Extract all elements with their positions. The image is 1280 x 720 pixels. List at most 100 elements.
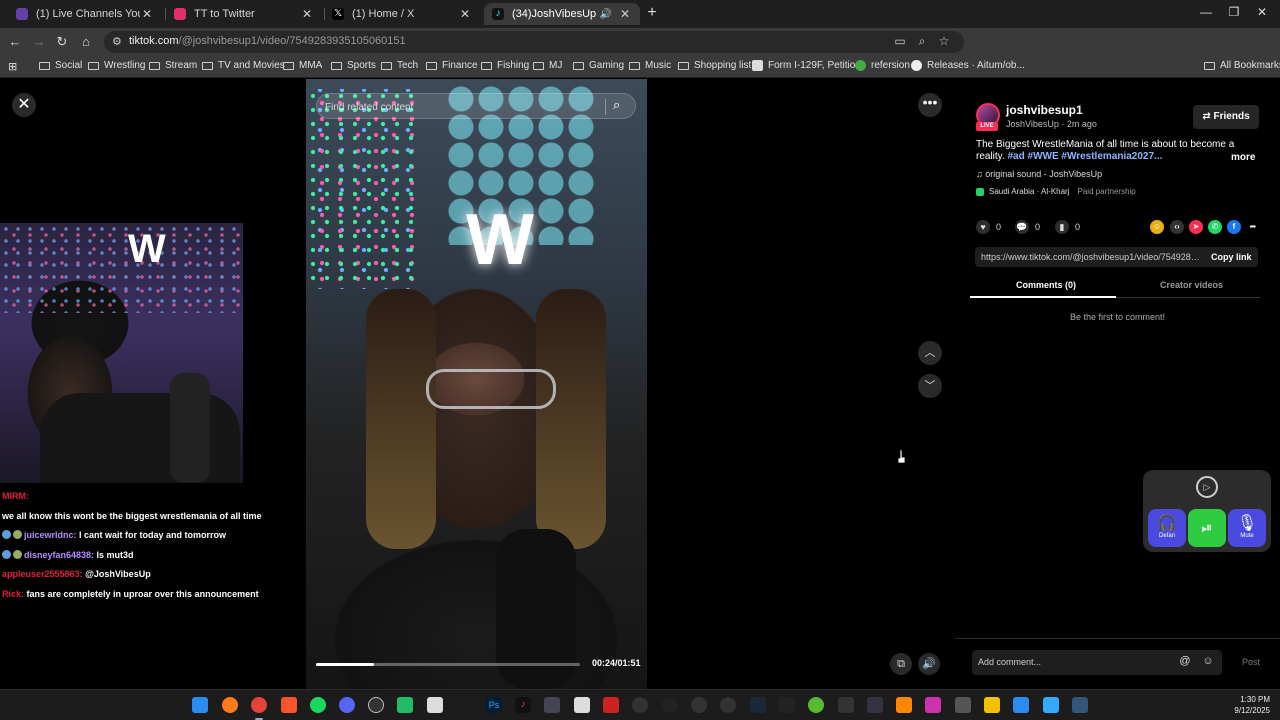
embed-icon[interactable]: ‹›: [1170, 220, 1184, 234]
cast-icon[interactable]: ▭: [892, 34, 908, 48]
location-label[interactable]: Saudi Arabia · Al-Kharj: [989, 187, 1070, 196]
related-content-search[interactable]: ⌕: [316, 93, 636, 119]
bookmark-folder-tech[interactable]: Tech: [381, 60, 418, 71]
creator-username[interactable]: joshvibesup1: [1006, 103, 1083, 117]
search-input[interactable]: [325, 98, 595, 116]
close-tab-icon[interactable]: ✕: [300, 7, 314, 21]
play-pause-button[interactable]: ⏯: [1188, 509, 1226, 547]
minimize-icon[interactable]: —: [1196, 5, 1216, 19]
video-link-text[interactable]: https://www.tiktok.com/@joshvibesup1/vid…: [981, 252, 1203, 262]
app-icon[interactable]: [1072, 697, 1088, 713]
reload-icon[interactable]: ↻: [53, 33, 71, 51]
comment-input[interactable]: [978, 654, 1168, 670]
bookmark-folder-mma[interactable]: MMA: [283, 60, 322, 71]
video-player[interactable]: W ⌕ 00:24/01:51: [306, 79, 647, 689]
like-action[interactable]: ♥ 0: [976, 220, 1001, 234]
firefox-icon[interactable]: [222, 697, 238, 713]
app-icon[interactable]: [955, 697, 971, 713]
new-tab-button[interactable]: +: [644, 4, 660, 22]
bookmark-releases-aitum[interactable]: Releases · Aitum/ob...: [911, 60, 1025, 71]
app-icon[interactable]: [838, 697, 854, 713]
app-icon[interactable]: [720, 697, 736, 713]
mute-button[interactable]: 🎙 Mute: [1228, 509, 1266, 547]
tab-tt-to-twitter[interactable]: TT to Twitter ✕: [166, 3, 322, 25]
share-arrow-icon[interactable]: ➦: [1246, 220, 1260, 234]
bookmark-folder-finance[interactable]: Finance: [426, 60, 478, 71]
whatsapp-icon[interactable]: ✆: [1208, 220, 1222, 234]
system-clock[interactable]: 1:30 PM 9/12/2025: [1226, 694, 1270, 716]
post-comment-button[interactable]: Post: [1242, 657, 1260, 667]
emoji-icon[interactable]: ☺: [1201, 655, 1215, 667]
app-icon[interactable]: [574, 697, 590, 713]
close-tab-icon[interactable]: ✕: [140, 7, 154, 21]
mention-icon[interactable]: @: [1178, 655, 1192, 667]
tab-creator-videos[interactable]: Creator videos: [1160, 280, 1223, 290]
app-icon[interactable]: [808, 697, 824, 713]
bookmark-folder-gaming[interactable]: Gaming: [573, 60, 624, 71]
app-icon[interactable]: [427, 697, 443, 713]
app-icon[interactable]: [867, 697, 883, 713]
home-icon[interactable]: ⌂: [77, 33, 95, 51]
tab-x-home[interactable]: 𝕏 (1) Home / X ✕: [324, 3, 480, 25]
save-action[interactable]: ▮ 0: [1055, 220, 1080, 234]
restore-icon[interactable]: ❐: [1224, 5, 1244, 19]
tiktok-icon[interactable]: ♪: [515, 697, 531, 713]
tab-twitch-following[interactable]: (1) Live Channels You Follow - T ✕: [8, 3, 162, 25]
play-circle-icon[interactable]: ▷: [1196, 476, 1218, 498]
close-tab-icon[interactable]: ✕: [618, 7, 632, 21]
app-icon[interactable]: [603, 697, 619, 713]
chrome-icon[interactable]: [251, 697, 267, 713]
site-info-icon[interactable]: ⚙: [112, 35, 122, 48]
app-icon[interactable]: [397, 697, 413, 713]
photoshop-icon[interactable]: Ps: [486, 697, 502, 713]
app-icon[interactable]: [1043, 697, 1059, 713]
discord-icon[interactable]: [339, 697, 355, 713]
brave-icon[interactable]: [281, 697, 297, 713]
zoom-icon[interactable]: ⌕: [914, 34, 930, 49]
copy-link-button[interactable]: Copy link: [1211, 252, 1252, 262]
bookmark-folder-mj[interactable]: MJ: [533, 60, 562, 71]
bookmark-folder-fishing[interactable]: Fishing: [481, 60, 529, 71]
obs-icon[interactable]: [368, 697, 384, 713]
close-tab-icon[interactable]: ✕: [458, 7, 472, 21]
app-icon[interactable]: [632, 697, 648, 713]
bookmark-folder-stream[interactable]: Stream: [149, 60, 197, 71]
caption-more-button[interactable]: more: [1231, 152, 1255, 163]
send-to-friends-icon[interactable]: ➤: [1189, 220, 1203, 234]
comment-action[interactable]: 💬 0: [1015, 220, 1040, 234]
sound-link[interactable]: ♫ original sound - JoshVibesUp: [976, 169, 1102, 179]
back-arrow-icon[interactable]: ←: [6, 33, 24, 51]
tab-comments[interactable]: Comments (0): [1016, 280, 1076, 290]
app-icon[interactable]: [544, 697, 560, 713]
epic-games-icon[interactable]: [779, 697, 795, 713]
start-icon[interactable]: [192, 697, 208, 713]
bookmark-folder-music[interactable]: Music: [629, 60, 671, 71]
bookmark-folder-shopping[interactable]: Shopping list: [678, 60, 751, 71]
close-window-icon[interactable]: ✕: [1252, 5, 1272, 19]
app-icon[interactable]: [662, 697, 678, 713]
previous-video-button[interactable]: ︿: [918, 341, 942, 365]
app-icon[interactable]: [1013, 697, 1029, 713]
vlc-icon[interactable]: [896, 697, 912, 713]
defan-button[interactable]: 🎧 Defan: [1148, 509, 1186, 547]
steam-icon[interactable]: [750, 697, 766, 713]
caption-hashtags[interactable]: #ad #WWE #Wrestlemania2027...: [1008, 151, 1163, 162]
spotify-icon[interactable]: [310, 697, 326, 713]
video-progress-bar[interactable]: [316, 663, 580, 666]
bookmark-folder-wrestling[interactable]: Wrestling: [88, 60, 146, 71]
search-icon[interactable]: ⌕: [613, 97, 620, 113]
repost-icon[interactable]: ☺: [1150, 220, 1164, 234]
volume-icon[interactable]: 🔊: [918, 653, 940, 675]
close-video-button[interactable]: ✕: [12, 93, 36, 117]
bookmark-refersion[interactable]: refersion: [855, 60, 910, 71]
facebook-icon[interactable]: f: [1227, 220, 1241, 234]
apps-grid-icon[interactable]: ⊞: [8, 60, 17, 73]
address-bar[interactable]: ⚙ tiktok.com/@joshvibesup1/video/7549283…: [104, 31, 964, 53]
bookmark-folder-social[interactable]: Social: [39, 60, 82, 71]
all-bookmarks[interactable]: All Bookmarks: [1204, 60, 1280, 71]
picture-in-picture-icon[interactable]: ⧉: [890, 653, 912, 675]
more-options-button[interactable]: •••: [918, 93, 942, 117]
next-video-button[interactable]: ﹀: [918, 374, 942, 398]
forward-arrow-icon[interactable]: →: [30, 33, 48, 51]
app-icon[interactable]: [925, 697, 941, 713]
